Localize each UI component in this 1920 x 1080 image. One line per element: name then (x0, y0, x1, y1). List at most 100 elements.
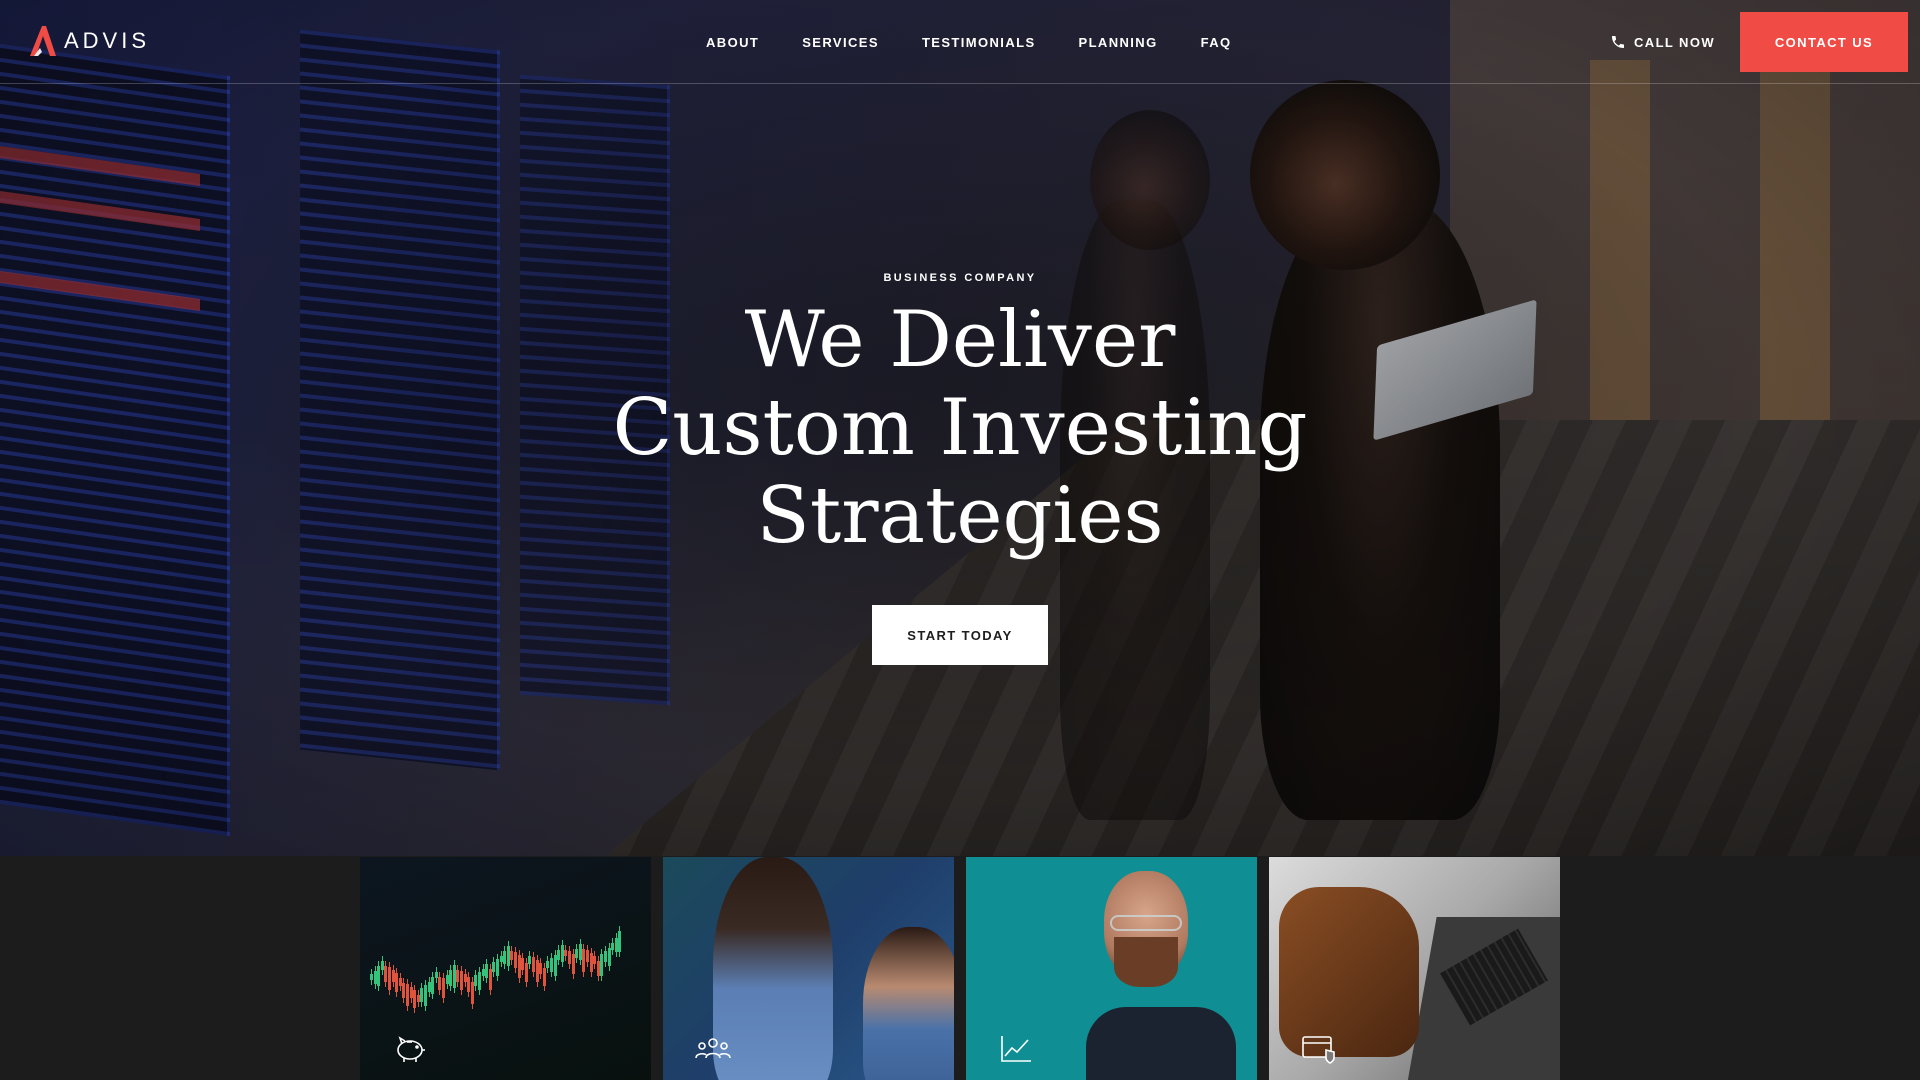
candle-wick (583, 944, 585, 977)
candle-wick (536, 954, 538, 987)
candle-wick (374, 965, 376, 989)
candle-wick (615, 932, 617, 957)
candle-wick (547, 956, 549, 973)
candle-wick (399, 972, 401, 991)
candle-wick (605, 946, 606, 968)
candle-wick (572, 948, 574, 979)
card-shield-icon (1299, 1028, 1339, 1068)
logo-mark-icon (30, 26, 56, 56)
candle-wick (533, 952, 534, 978)
feature-card-security[interactable] (1269, 857, 1560, 1080)
candle-wick (565, 945, 567, 961)
call-now-label: CALL NOW (1634, 34, 1716, 50)
nav-item-testimonials[interactable]: TESTIMONIALS (922, 35, 1036, 50)
candle-wick (378, 961, 380, 992)
site-logo[interactable]: ADVIS (28, 24, 150, 58)
candle-wick (461, 966, 462, 996)
candle-wick (601, 949, 603, 981)
candle-wick (518, 949, 520, 983)
hero-headline: We Deliver Custom Investing Strategies (460, 296, 1460, 560)
candle-wick (475, 970, 477, 991)
candle-wick (561, 939, 563, 967)
feature-card-savings[interactable] (360, 857, 651, 1080)
candle-wick (558, 945, 560, 966)
candle-wick (479, 967, 480, 996)
headline-line: Custom Investing (612, 383, 1308, 473)
candle-wick (435, 966, 437, 983)
candle-wick (594, 951, 596, 970)
candle-wick (457, 965, 459, 987)
candle-wick (486, 959, 488, 984)
candle-wick (471, 976, 473, 1009)
man-portrait-photo (1086, 1007, 1236, 1080)
candle-wick (576, 944, 578, 964)
candle-wick (511, 946, 513, 965)
candle-wick (443, 973, 444, 1004)
woman-photo (863, 927, 954, 1080)
candle-wick (417, 989, 419, 1007)
candle-wick (551, 953, 552, 978)
candle-wick (569, 946, 570, 970)
candle-wick (392, 964, 394, 987)
candle-wick (489, 963, 491, 995)
candle-wick (554, 949, 556, 981)
hero-eyebrow: BUSINESS COMPANY (883, 272, 1037, 284)
candle-wick (439, 972, 441, 995)
candle-wick (525, 957, 527, 987)
candle-wick (450, 965, 452, 992)
candle-wick (428, 976, 430, 997)
candle-wick (432, 972, 434, 1000)
phone-icon (1612, 36, 1624, 48)
man-portrait-beard (1114, 937, 1178, 987)
nav-item-about[interactable]: ABOUT (706, 35, 759, 50)
feature-card-growth[interactable] (966, 857, 1257, 1080)
candle-wick (421, 983, 423, 1007)
candle-wick (608, 942, 610, 971)
candle-wick (619, 926, 621, 957)
candle-wick (425, 980, 426, 1012)
candle-wick (482, 963, 484, 981)
candle-wick (504, 946, 506, 970)
candle-wick (540, 958, 542, 980)
candle-wick (468, 972, 470, 998)
candle-wick (389, 962, 390, 996)
candle-wick (396, 968, 398, 998)
man-portrait-glasses (1110, 915, 1182, 931)
candle-wick (515, 947, 516, 974)
feature-cards (360, 857, 1560, 1080)
logo-text: ADVIS (64, 28, 151, 53)
candle-wick (453, 959, 455, 993)
line-chart-icon (996, 1028, 1036, 1068)
feature-card-team[interactable] (663, 857, 954, 1080)
candle-wick (381, 955, 383, 975)
candle-wick (597, 955, 599, 981)
candle-wick (493, 957, 495, 977)
start-today-button[interactable]: START TODAY (872, 605, 1048, 665)
site-header: ADVIS ABOUT SERVICES TESTIMONIALS PLANNI… (0, 0, 1920, 84)
piggy-bank-icon (390, 1028, 430, 1068)
nav-item-faq[interactable]: FAQ (1201, 35, 1232, 50)
candle-wick (529, 951, 531, 969)
candle-wick (507, 940, 509, 971)
candle-wick (587, 945, 588, 968)
candle-wick (371, 969, 372, 986)
candle-wick (410, 981, 412, 1003)
candle-wick (407, 979, 408, 1012)
candle-wick (385, 961, 387, 987)
candle-wick (590, 947, 592, 977)
candle-wick (464, 968, 466, 987)
headline-line: We Deliver (744, 295, 1176, 385)
candle-wick (497, 954, 498, 982)
candle-wick (414, 985, 416, 1014)
candle-wick (543, 962, 545, 991)
candle-wick (403, 978, 405, 1003)
nav-item-services[interactable]: SERVICES (802, 35, 879, 50)
contact-us-button[interactable]: CONTACT US (1740, 12, 1908, 72)
main-nav: ABOUT SERVICES TESTIMONIALS PLANNING FAQ (706, 0, 1275, 84)
call-now-link[interactable]: CALL NOW (1610, 0, 1715, 84)
headline-line: Strategies (756, 471, 1164, 561)
nav-item-planning[interactable]: PLANNING (1079, 35, 1158, 50)
team-icon (693, 1028, 733, 1068)
candle-wick (446, 969, 448, 989)
candle-wick (612, 938, 614, 956)
